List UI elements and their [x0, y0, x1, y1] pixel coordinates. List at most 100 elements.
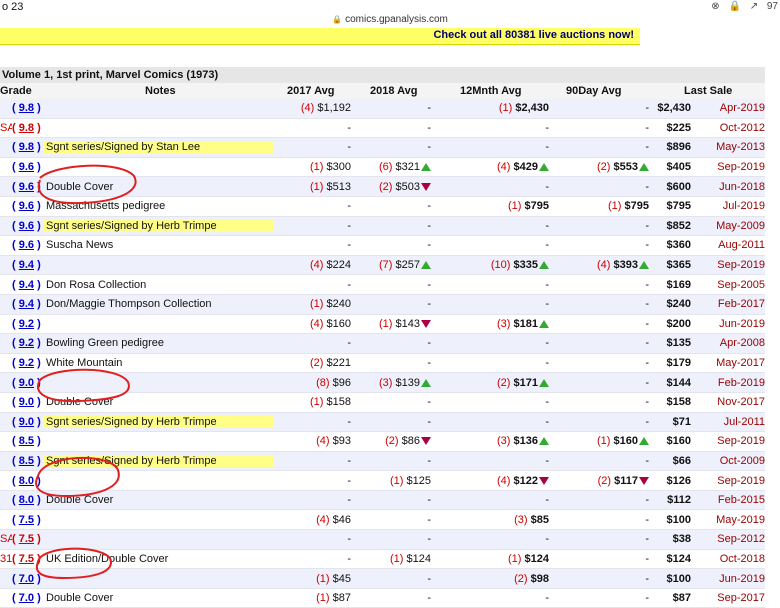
grade-value[interactable]: ( 8.0 ) — [12, 475, 41, 487]
auction-banner[interactable]: Check out all 80381 live auctions now! — [0, 28, 640, 45]
grade-value[interactable]: ( 8.5 ) — [12, 455, 41, 467]
grade-link[interactable]: ( 9.6 ) — [12, 235, 44, 256]
last-sale-date[interactable]: Oct-2018 — [691, 549, 765, 570]
last-sale-date[interactable]: May-2009 — [691, 216, 765, 237]
grade-number[interactable]: 7.5 — [19, 514, 34, 526]
grade-value[interactable]: ( 9.6 ) — [12, 161, 41, 173]
last-sale-date[interactable]: Sep-2019 — [691, 431, 765, 452]
grade-number[interactable]: 7.0 — [19, 592, 34, 604]
grade-number[interactable]: 9.2 — [19, 357, 34, 369]
grade-link[interactable]: ( 8.5 ) — [12, 451, 44, 472]
last-sale-date[interactable]: May-2017 — [691, 353, 765, 374]
grade-number[interactable]: 9.4 — [19, 259, 34, 271]
grade-link[interactable]: ( 9.0 ) — [12, 392, 44, 413]
grade-value[interactable]: ( 9.4 ) — [12, 298, 41, 310]
grade-value[interactable]: ( 7.5 ) — [12, 553, 41, 565]
grade-number[interactable]: 9.2 — [19, 337, 34, 349]
grade-number[interactable]: 9.6 — [19, 161, 34, 173]
grade-value[interactable]: ( 7.0 ) — [12, 592, 41, 604]
last-sale-date[interactable]: Feb-2019 — [691, 372, 765, 393]
grade-link[interactable]: ( 9.8 ) — [12, 118, 44, 139]
last-sale-date[interactable]: Jul-2019 — [691, 196, 765, 217]
last-sale-date[interactable]: May-2013 — [691, 137, 765, 158]
address-bar[interactable]: 🔒 comics.gpanalysis.com — [0, 14, 780, 28]
last-sale-date[interactable]: Aug-2011 — [691, 235, 765, 256]
grade-value[interactable]: ( 9.6 ) — [12, 181, 41, 193]
grade-value[interactable]: ( 9.0 ) — [12, 396, 41, 408]
grade-link[interactable]: ( 8.0 ) — [12, 470, 44, 491]
grade-value[interactable]: ( 9.8 ) — [12, 141, 41, 153]
grade-link[interactable]: ( 8.0 ) — [12, 490, 44, 511]
grade-value[interactable]: ( 9.8 ) — [12, 102, 41, 114]
last-sale-date[interactable]: Sep-2019 — [691, 157, 765, 178]
grade-number[interactable]: 8.0 — [19, 475, 34, 487]
grade-link[interactable]: ( 9.8 ) — [12, 99, 44, 119]
grade-link[interactable]: ( 7.5 ) — [12, 509, 44, 531]
last-sale-date[interactable]: Sep-2017 — [691, 588, 765, 608]
grade-value[interactable]: ( 9.8 ) — [12, 122, 41, 134]
grade-link[interactable]: ( 9.2 ) — [12, 314, 44, 335]
grade-link[interactable]: ( 9.6 ) — [12, 176, 44, 197]
grade-value[interactable]: ( 9.0 ) — [12, 377, 41, 389]
grade-value[interactable]: ( 9.2 ) — [12, 357, 41, 369]
last-sale-date[interactable]: Apr-2019 — [691, 99, 765, 119]
grade-link[interactable]: ( 9.6 ) — [12, 216, 44, 237]
grade-number[interactable]: 9.6 — [19, 181, 34, 193]
grade-number[interactable]: 8.5 — [19, 435, 34, 447]
grade-number[interactable]: 8.5 — [19, 455, 34, 467]
grade-link[interactable]: ( 9.2 ) — [12, 333, 44, 354]
last-sale-date[interactable]: May-2019 — [691, 509, 765, 531]
grade-link[interactable]: ( 7.5 ) — [12, 529, 44, 550]
grade-number[interactable]: 9.0 — [19, 377, 34, 389]
grade-number[interactable]: 9.6 — [19, 239, 34, 251]
banner-link[interactable]: Check out all 80381 live auctions now! — [433, 29, 634, 41]
grade-number[interactable]: 9.6 — [19, 220, 34, 232]
last-sale-date[interactable]: Feb-2017 — [691, 294, 765, 315]
grade-value[interactable]: ( 9.0 ) — [12, 416, 41, 428]
grade-link[interactable]: ( 9.0 ) — [12, 372, 44, 393]
last-sale-date[interactable]: Oct-2009 — [691, 451, 765, 472]
grade-number[interactable]: 9.0 — [19, 416, 34, 428]
grade-number[interactable]: 9.4 — [19, 279, 34, 291]
last-sale-date[interactable]: Oct-2012 — [691, 118, 765, 139]
grade-number[interactable]: 7.5 — [19, 533, 34, 545]
last-sale-date[interactable]: Nov-2017 — [691, 392, 765, 413]
last-sale-date[interactable]: Sep-2019 — [691, 255, 765, 276]
grade-number[interactable]: 9.2 — [19, 318, 34, 330]
grade-number[interactable]: 9.8 — [19, 102, 34, 114]
grade-value[interactable]: ( 7.5 ) — [12, 514, 41, 526]
grade-link[interactable]: ( 9.6 ) — [12, 157, 44, 178]
grade-value[interactable]: ( 8.5 ) — [12, 435, 41, 447]
last-sale-date[interactable]: Jul-2011 — [691, 412, 765, 433]
grade-link[interactable]: ( 9.6 ) — [12, 196, 44, 217]
grade-link[interactable]: ( 7.0 ) — [12, 568, 44, 589]
grade-link[interactable]: ( 9.4 ) — [12, 255, 44, 276]
last-sale-date[interactable]: Feb-2015 — [691, 490, 765, 511]
grade-value[interactable]: ( 9.6 ) — [12, 200, 41, 212]
last-sale-date[interactable]: Jun-2019 — [691, 568, 765, 589]
grade-value[interactable]: ( 9.4 ) — [12, 279, 41, 291]
grade-value[interactable]: ( 9.2 ) — [12, 318, 41, 330]
grade-number[interactable]: 8.0 — [19, 494, 34, 506]
grade-link[interactable]: ( 9.8 ) — [12, 137, 44, 158]
grade-link[interactable]: ( 9.2 ) — [12, 353, 44, 374]
grade-link[interactable]: ( 9.4 ) — [12, 274, 44, 295]
grade-number[interactable]: 9.6 — [19, 200, 34, 212]
last-sale-date[interactable]: Sep-2005 — [691, 274, 765, 295]
grade-value[interactable]: ( 9.4 ) — [12, 259, 41, 271]
grade-value[interactable]: ( 9.6 ) — [12, 220, 41, 232]
last-sale-date[interactable]: Sep-2019 — [691, 470, 765, 491]
grade-value[interactable]: ( 7.5 ) — [12, 533, 41, 545]
grade-number[interactable]: 9.4 — [19, 298, 34, 310]
grade-number[interactable]: 9.0 — [19, 396, 34, 408]
grade-link[interactable]: ( 9.4 ) — [12, 294, 44, 315]
grade-number[interactable]: 7.0 — [19, 573, 34, 585]
last-sale-date[interactable]: Jun-2019 — [691, 314, 765, 335]
grade-number[interactable]: 9.8 — [19, 122, 34, 134]
grade-value[interactable]: ( 7.0 ) — [12, 573, 41, 585]
grade-number[interactable]: 7.5 — [19, 553, 34, 565]
grade-value[interactable]: ( 9.2 ) — [12, 337, 41, 349]
grade-value[interactable]: ( 9.6 ) — [12, 239, 41, 251]
last-sale-date[interactable]: Apr-2008 — [691, 333, 765, 354]
grade-number[interactable]: 9.8 — [19, 141, 34, 153]
